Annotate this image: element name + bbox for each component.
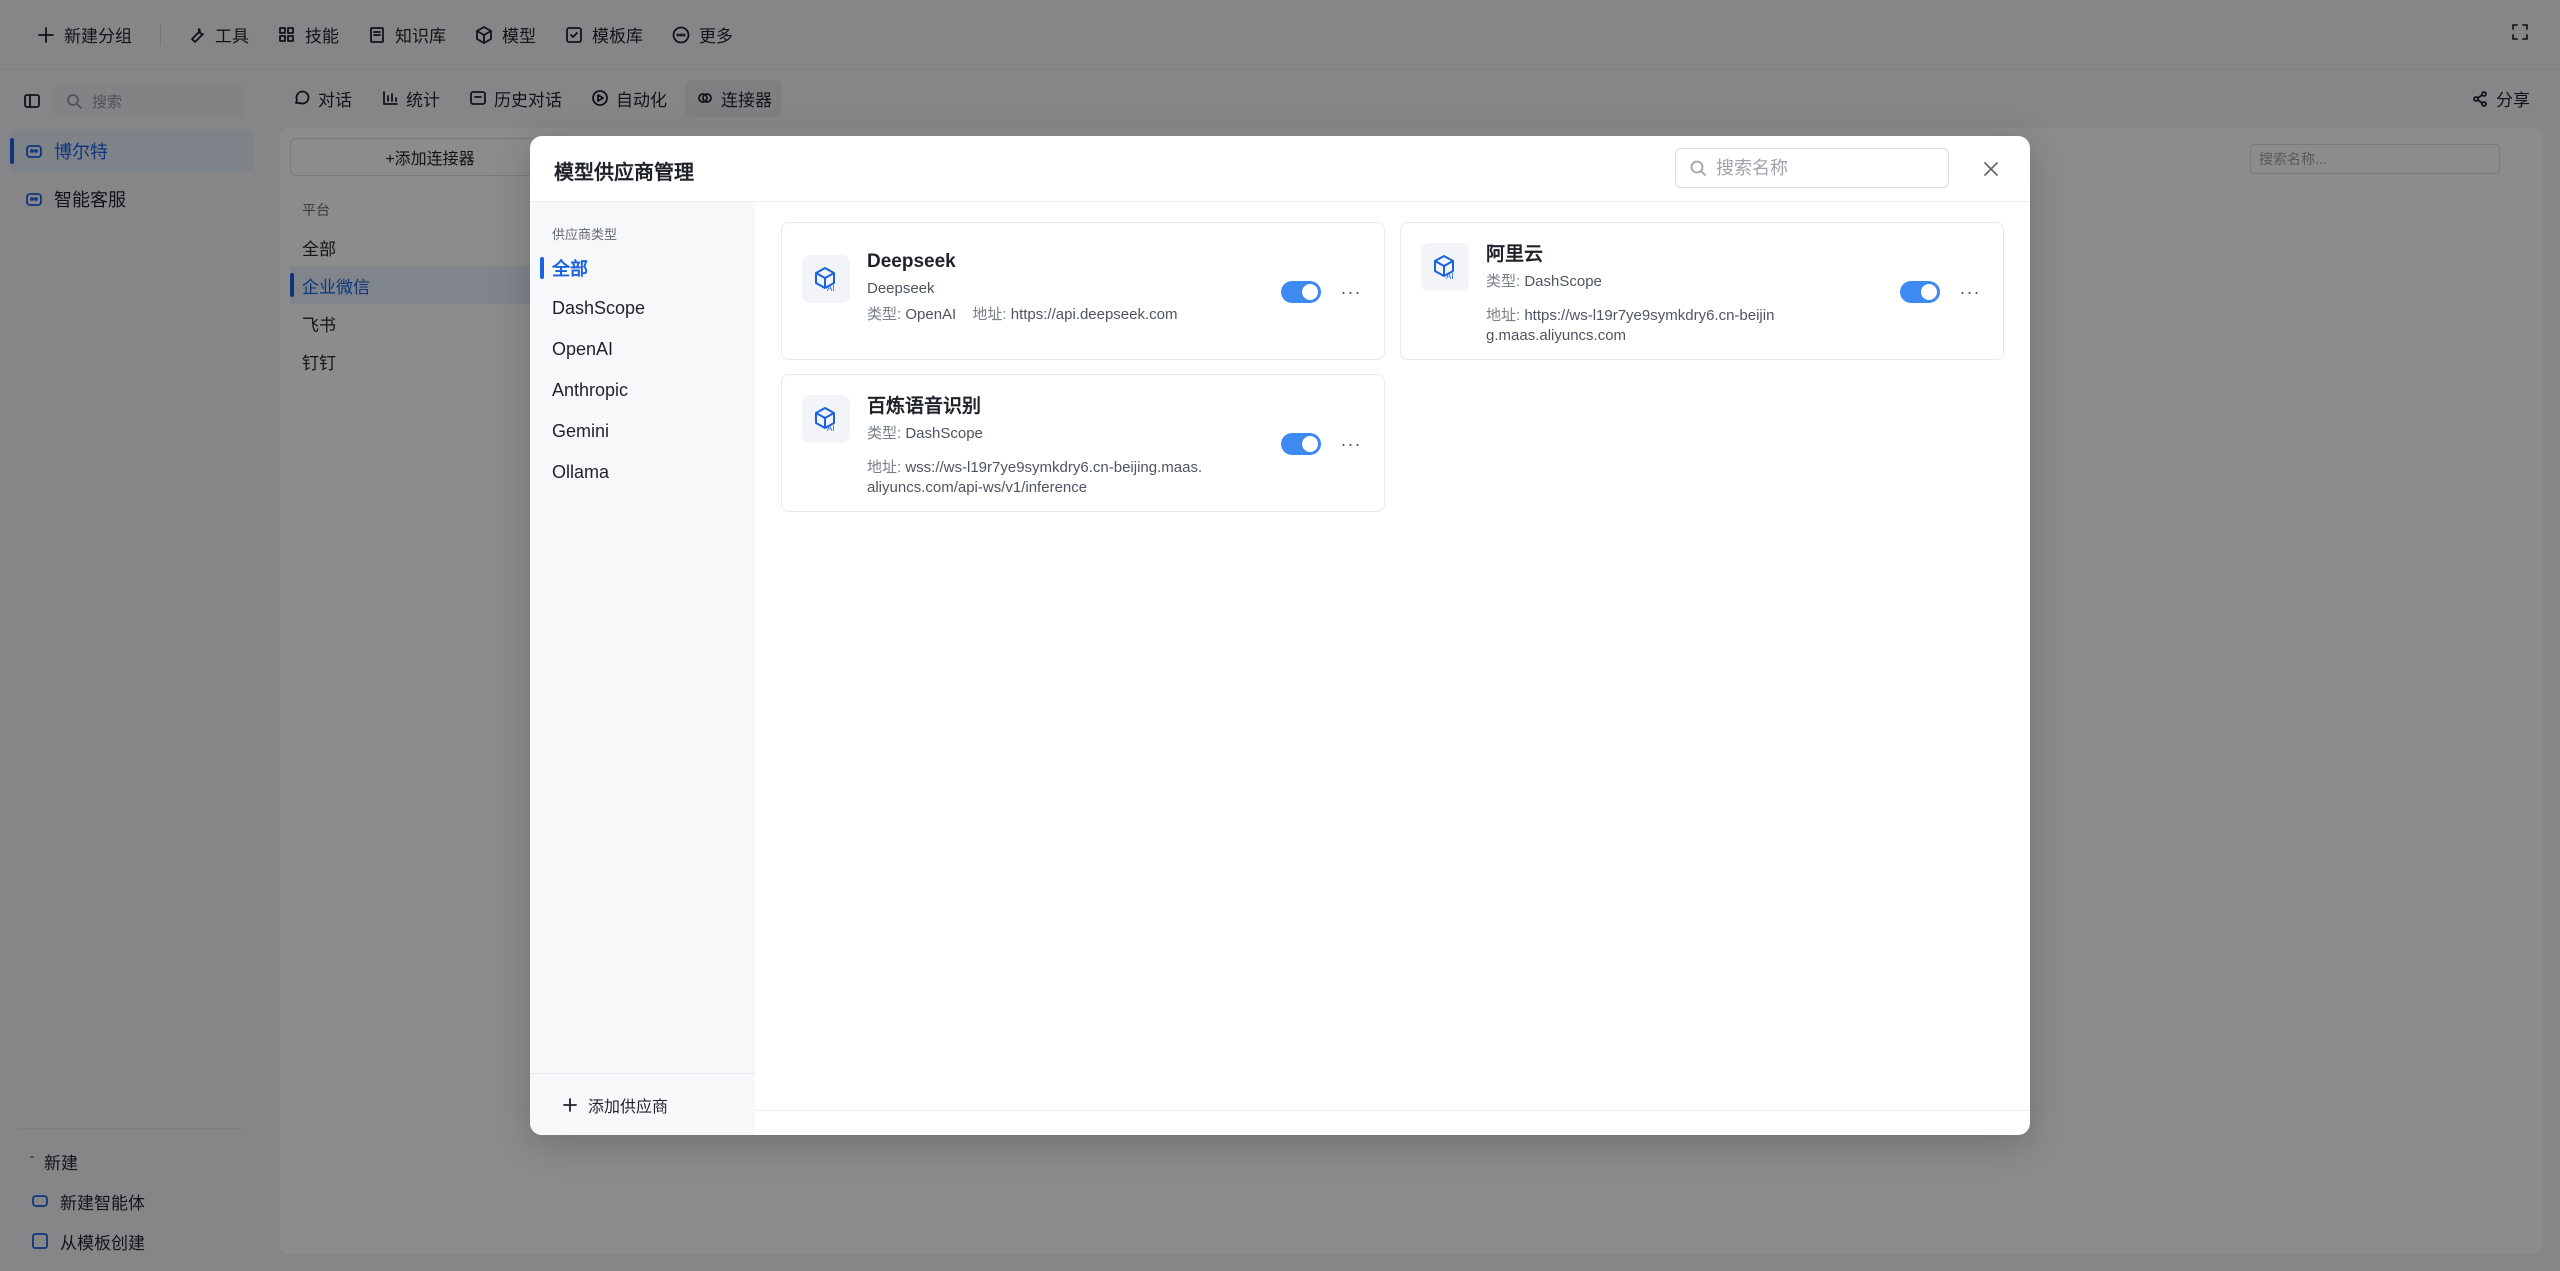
provider-type-sidebar: 供应商类型 全部 DashScope OpenAI Anthropic Gemi… (530, 202, 755, 1135)
provider-type-line: 类型: DashScope (867, 424, 1207, 444)
add-provider-button[interactable]: 添加供应商 (530, 1073, 755, 1135)
dialog-footer-divider (755, 1110, 2030, 1111)
provider-address-line: 地址: wss://ws-l19r7ye9symkdry6.cn-beijing… (867, 458, 1207, 498)
provider-type-title: 供应商类型 (552, 227, 618, 242)
provider-address: https://ws-l19r7ye9symkdry6.cn-beijing.m… (1486, 307, 1775, 344)
provider-type-ollama[interactable]: Ollama (530, 452, 755, 493)
provider-type: OpenAI (905, 306, 957, 323)
provider-meta: 类型: OpenAI 地址: https://api.deepseek.com (867, 305, 1247, 325)
provider-management-dialog: 模型供应商管理 供应商类型 全部 DashScope OpenAI Anthro… (530, 136, 2030, 1135)
provider-type-openai[interactable]: OpenAI (530, 329, 755, 370)
provider-enabled-toggle[interactable] (1900, 281, 1940, 303)
provider-address: wss://ws-l19r7ye9symkdry6.cn-beijing.maa… (867, 459, 1203, 496)
provider-type-gemini[interactable]: Gemini (530, 411, 755, 452)
svg-text:AI: AI (1446, 272, 1454, 281)
provider-card-aliyun[interactable]: AI 阿里云 类型: DashScope 地址: https://ws-l19r… (1400, 222, 2004, 360)
ai-cube-icon: AI (802, 395, 850, 443)
provider-type-anthropic[interactable]: Anthropic (530, 370, 755, 411)
dialog-title: 模型供应商管理 (554, 162, 694, 184)
close-icon[interactable] (1980, 158, 2002, 180)
type-label: 类型: (867, 306, 902, 323)
dialog-header: 模型供应商管理 (530, 136, 2030, 202)
add-provider-label: 添加供应商 (588, 1098, 669, 1116)
address-label: 地址: (972, 306, 1007, 323)
provider-name: 百炼语音识别 (867, 396, 982, 417)
ai-cube-icon: AI (1421, 243, 1469, 291)
provider-type: DashScope (1524, 273, 1602, 290)
type-label: 类型: (867, 425, 902, 442)
plus-icon (560, 1095, 580, 1115)
svg-text:AI: AI (827, 284, 835, 293)
address-label: 地址: (867, 459, 902, 476)
provider-type-all[interactable]: 全部 (530, 247, 755, 288)
provider-type-line: 类型: DashScope (1486, 272, 1786, 292)
provider-type-dashscope[interactable]: DashScope (530, 288, 755, 329)
search-icon (1688, 158, 1708, 178)
provider-name: 阿里云 (1486, 244, 1544, 265)
more-options-icon[interactable]: ··· (1340, 281, 1362, 303)
provider-search-box[interactable] (1675, 148, 1949, 188)
provider-name: Deepseek (867, 251, 956, 272)
provider-enabled-toggle[interactable] (1281, 281, 1321, 303)
provider-search-input[interactable] (1716, 157, 1936, 179)
provider-enabled-toggle[interactable] (1281, 433, 1321, 455)
more-options-icon[interactable]: ··· (1959, 281, 1981, 303)
provider-address: https://api.deepseek.com (1010, 306, 1178, 323)
ai-cube-icon: AI (802, 255, 850, 303)
type-label: 类型: (1486, 273, 1521, 290)
svg-text:AI: AI (827, 424, 835, 433)
provider-card-bailian-asr[interactable]: AI 百炼语音识别 类型: DashScope 地址: wss://ws-l19… (781, 374, 1385, 512)
provider-card-deepseek[interactable]: AI Deepseek Deepseek 类型: OpenAI 地址: http… (781, 222, 1385, 360)
address-label: 地址: (1486, 307, 1521, 324)
provider-subtitle: Deepseek (867, 280, 935, 297)
provider-address-line: 地址: https://ws-l19r7ye9symkdry6.cn-beiji… (1486, 306, 1786, 346)
more-options-icon[interactable]: ··· (1340, 433, 1362, 455)
provider-type: DashScope (905, 425, 983, 442)
provider-grid: AI Deepseek Deepseek 类型: OpenAI 地址: http… (755, 202, 2030, 1135)
